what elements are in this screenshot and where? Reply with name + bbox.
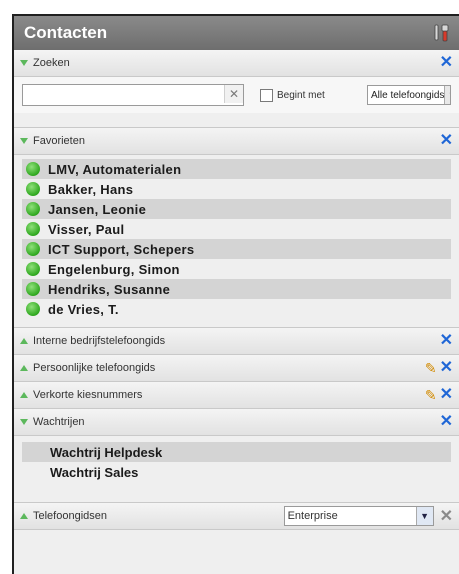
internal-directory-header[interactable]: Interne bedrijfstelefoongids ✕ [14,327,459,355]
list-item[interactable]: LMV, Automaterialen [22,159,451,179]
status-online-icon [26,262,40,276]
list-item[interactable]: ICT Support, Schepers [22,239,451,259]
search-section-header[interactable]: Zoeken ✕ [14,50,459,77]
tools-icon[interactable] [431,23,451,43]
close-phonebooks-icon[interactable]: ✕ [440,506,453,526]
phonebooks-header[interactable]: Telefoongidsen Enterprise ▼ ✕ [14,502,459,530]
list-item[interactable]: Wachtrij Sales [22,462,451,482]
panel-title: Contacten [24,23,108,42]
expand-arrow-icon[interactable] [20,392,28,398]
close-speed-dials-icon[interactable]: ✕ [440,387,453,403]
phonebook-select-value: Enterprise [287,510,338,522]
begins-with-label: Begint met [277,89,325,101]
status-online-icon [26,282,40,296]
favorites-list: LMV, Automaterialen Bakker, Hans Jansen,… [14,155,459,327]
close-internal-directory-icon[interactable]: ✕ [440,333,453,349]
list-item[interactable]: Hendriks, Susanne [22,279,451,299]
status-online-icon [26,222,40,236]
phonebook-select[interactable]: Enterprise ▼ [283,506,434,526]
queue-name: Wachtrij Helpdesk [50,444,163,460]
title-bar: Contacten [14,16,459,50]
list-item[interactable]: Jansen, Leonie [22,199,451,219]
search-row: ✕ Begint met Alle telefoongids ▼ [14,77,459,113]
personal-directory-header[interactable]: Persoonlijke telefoongids ✎ ✕ [14,355,459,382]
speed-dials-header[interactable]: Verkorte kiesnummers ✎ ✕ [14,382,459,409]
phonebooks-label: Telefoongidsen [33,510,108,522]
search-input[interactable] [23,86,227,104]
close-queues-icon[interactable]: ✕ [440,414,453,430]
contact-name: Bakker, Hans [48,181,134,197]
list-item[interactable]: Engelenburg, Simon [22,259,451,279]
contacts-panel: Contacten Zoeken ✕ ✕ Begint met Alle tel… [12,14,459,574]
checkbox-box[interactable] [260,88,273,102]
list-item[interactable]: Wachtrij Helpdesk [22,442,451,462]
chevron-down-icon[interactable]: ▼ [444,86,450,104]
chevron-down-icon[interactable]: ▼ [415,507,433,525]
spacer [14,113,459,127]
favorites-section-header[interactable]: Favorieten ✕ [14,127,459,155]
status-online-icon [26,202,40,216]
status-online-icon [26,242,40,256]
contact-name: Visser, Paul [48,221,125,237]
contact-name: LMV, Automaterialen [48,161,182,177]
clear-search-icon[interactable]: ✕ [224,85,243,103]
status-online-icon [26,182,40,196]
contact-name: Jansen, Leonie [48,201,147,217]
contact-name: ICT Support, Schepers [48,241,195,257]
personal-directory-label: Persoonlijke telefoongids [33,362,156,374]
favorites-section-label: Favorieten [33,135,85,147]
search-input-wrap: ✕ [22,84,244,106]
collapse-arrow-icon[interactable] [20,60,28,66]
list-item[interactable]: de Vries, T. [22,299,451,319]
status-online-icon [26,302,40,316]
queues-label: Wachtrijen [33,416,85,428]
pencil-icon[interactable]: ✎ [425,387,437,404]
speed-dials-label: Verkorte kiesnummers [33,389,143,401]
queues-header[interactable]: Wachtrijen ✕ [14,409,459,436]
close-favorites-icon[interactable]: ✕ [440,133,453,149]
search-section-label: Zoeken [33,57,70,69]
queue-name: Wachtrij Sales [50,464,139,480]
begins-with-checkbox[interactable]: Begint met [260,88,325,102]
close-personal-directory-icon[interactable]: ✕ [440,360,453,376]
close-search-icon[interactable]: ✕ [440,55,453,71]
contact-name: Hendriks, Susanne [48,281,171,297]
status-online-icon [26,162,40,176]
expand-arrow-icon[interactable] [20,338,28,344]
phonebook-scope-select[interactable]: Alle telefoongids ▼ [367,85,451,105]
expand-arrow-icon[interactable] [20,365,28,371]
list-item[interactable]: Visser, Paul [22,219,451,239]
list-item[interactable]: Bakker, Hans [22,179,451,199]
pencil-icon[interactable]: ✎ [425,360,437,377]
collapse-arrow-icon[interactable] [20,138,28,144]
contact-name: de Vries, T. [48,301,119,317]
expand-arrow-icon[interactable] [20,513,28,519]
queues-list: Wachtrij Helpdesk Wachtrij Sales [14,436,459,496]
phonebook-scope-value: Alle telefoongids [371,89,445,101]
internal-directory-label: Interne bedrijfstelefoongids [33,335,166,347]
collapse-arrow-icon[interactable] [20,419,28,425]
contact-name: Engelenburg, Simon [48,261,180,277]
